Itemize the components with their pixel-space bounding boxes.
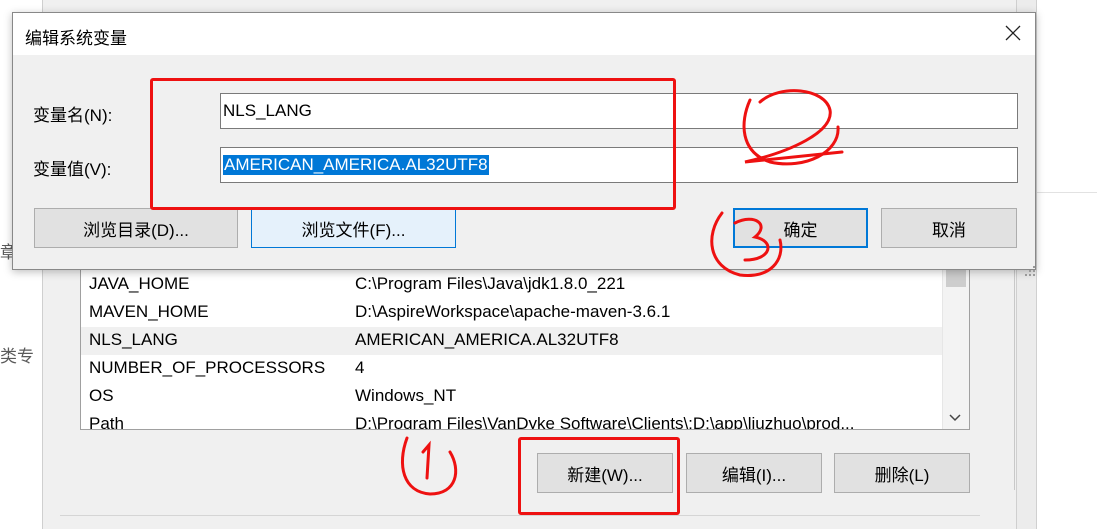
variable-value: D:\Program Files\VanDyke Software\Client… [355,414,855,430]
variable-value: C:\Program Files\Java\jdk1.8.0_221 [355,274,626,293]
annotation-box-new-button [518,437,680,515]
close-icon[interactable] [1001,21,1025,45]
variable-name-label: 变量名(N): [33,106,113,125]
resize-grip-icon[interactable] [1023,263,1037,277]
list-item[interactable]: NUMBER_OF_PROCESSORS 4 [81,355,943,383]
annotation-number-1-icon [400,436,458,496]
variable-name: OS [89,386,114,405]
delete-variable-button[interactable]: 删除(L) [834,453,970,493]
variable-value: AMERICAN_AMERICA.AL32UTF8 [355,330,619,349]
parent-dialog-bottom-edge [60,515,980,529]
list-scrollbar[interactable] [942,263,969,429]
list-item-selected[interactable]: NLS_LANG AMERICAN_AMERICA.AL32UTF8 [81,327,943,355]
scroll-down-arrow-icon[interactable] [949,411,961,425]
dialog-title: 编辑系统变量 [25,29,127,48]
variable-value: D:\AspireWorkspace\apache-maven-3.6.1 [355,302,671,321]
variable-name: Path [89,414,124,430]
variable-name: NLS_LANG [89,330,178,349]
list-item[interactable]: OS Windows_NT [81,383,943,411]
cancel-button[interactable]: 取消 [881,208,1017,248]
annotation-number-2-icon [742,89,844,166]
variable-name: MAVEN_HOME [89,302,209,321]
annotation-number-3-icon [710,211,783,278]
parent-dialog-right-frame [980,260,1015,490]
variable-name: JAVA_HOME [89,274,190,293]
browse-directory-button[interactable]: 浏览目录(D)... [34,208,238,248]
edit-variable-button[interactable]: 编辑(I)... [686,453,822,493]
list-item[interactable]: MAVEN_HOME D:\AspireWorkspace\apache-mav… [81,299,943,327]
list-item[interactable]: Path D:\Program Files\VanDyke Software\C… [81,411,943,430]
background-text-fragment: 类专 [0,347,34,366]
variable-name: NUMBER_OF_PROCESSORS [89,358,326,377]
browse-file-button[interactable]: 浏览文件(F)... [251,208,456,248]
annotation-box-fields [150,78,676,210]
variable-value-label: 变量值(V): [33,160,112,179]
list-item[interactable]: JAVA_HOME C:\Program Files\Java\jdk1.8.0… [81,271,943,299]
variable-value: Windows_NT [355,386,457,405]
variable-value: 4 [355,358,365,377]
background-divider [1037,192,1097,193]
dialog-titlebar[interactable]: 编辑系统变量 [13,13,1035,55]
system-variables-list[interactable]: JAVA_HOME C:\Program Files\Java\jdk1.8.0… [80,262,970,430]
